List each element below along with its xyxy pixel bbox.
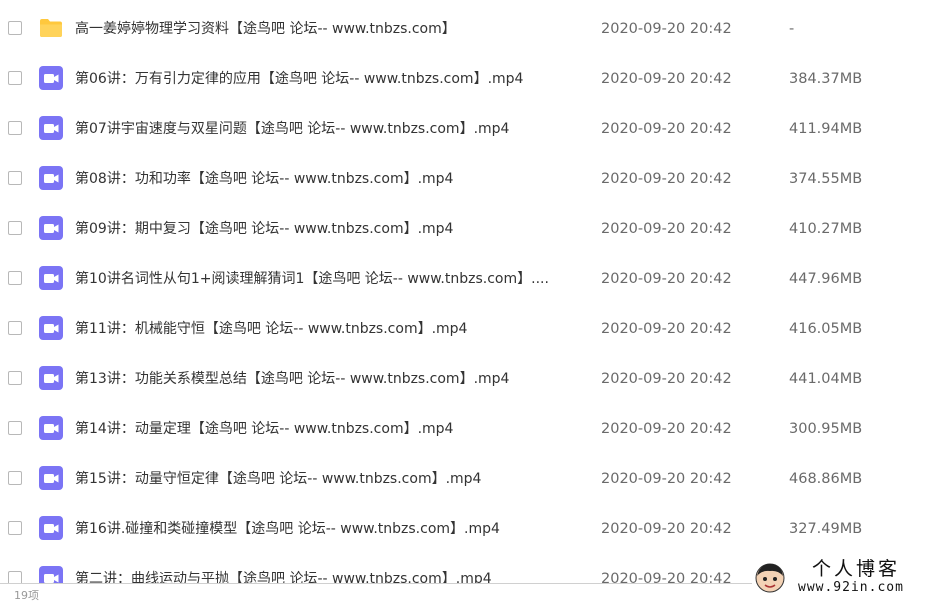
file-row[interactable]: 第06讲：万有引力定律的应用【途鸟吧 论坛-- www.tnbzs.com】.m… [0, 54, 947, 104]
file-row[interactable]: 第16讲.碰撞和类碰撞模型【途鸟吧 论坛-- www.tnbzs.com】.mp… [0, 504, 947, 554]
video-file-icon[interactable] [39, 166, 63, 190]
watermark-title: 个人博客 [812, 558, 901, 580]
file-date: 2020-09-20 20:42 [601, 171, 732, 187]
file-row[interactable]: 第07讲宇宙速度与双星问题【途鸟吧 论坛-- www.tnbzs.com】.mp… [0, 104, 947, 154]
file-date: 2020-09-20 20:42 [601, 271, 732, 287]
file-name[interactable]: 第09讲：期中复习【途鸟吧 论坛-- www.tnbzs.com】.mp4 [75, 219, 585, 239]
file-row[interactable]: 第09讲：期中复习【途鸟吧 论坛-- www.tnbzs.com】.mp4 202… [0, 204, 947, 254]
file-size: 327.49MB [789, 521, 863, 537]
checkbox-icon[interactable] [8, 221, 22, 235]
file-date: 2020-09-20 20:42 [601, 321, 732, 337]
video-file-icon[interactable] [39, 316, 63, 340]
file-size: 374.55MB [789, 171, 863, 187]
file-size: 300.95MB [789, 421, 863, 437]
checkbox-icon[interactable] [8, 171, 22, 185]
item-count: 19项 [14, 589, 39, 602]
checkbox-icon[interactable] [8, 321, 22, 335]
file-name[interactable]: 第11讲：机械能守恒【途鸟吧 论坛-- www.tnbzs.com】.mp4 [75, 319, 585, 339]
checkbox-icon[interactable] [8, 121, 22, 135]
file-row[interactable]: 第15讲：动量守恒定律【途鸟吧 论坛-- www.tnbzs.com】.mp4 2… [0, 454, 947, 504]
checkbox-icon[interactable] [8, 271, 22, 285]
file-size: 410.27MB [789, 221, 863, 237]
video-file-icon[interactable] [39, 516, 63, 540]
file-date: 2020-09-20 20:42 [601, 71, 732, 87]
file-size: 416.05MB [789, 321, 863, 337]
video-file-icon[interactable] [39, 466, 63, 490]
video-file-icon[interactable] [39, 416, 63, 440]
checkbox-icon[interactable] [8, 71, 22, 85]
file-row[interactable]: 高一姜婷婷物理学习资料【途鸟吧 论坛-- www.tnbzs.com】 2020-… [0, 4, 947, 54]
checkbox-icon[interactable] [8, 421, 22, 435]
file-size: 384.37MB [789, 71, 863, 87]
file-name[interactable]: 第16讲.碰撞和类碰撞模型【途鸟吧 论坛-- www.tnbzs.com】.mp… [75, 519, 585, 539]
file-list: 高一姜婷婷物理学习资料【途鸟吧 论坛-- www.tnbzs.com】 2020-… [0, 4, 947, 604]
file-name[interactable]: 第14讲：动量定理【途鸟吧 论坛-- www.tnbzs.com】.mp4 [75, 419, 585, 439]
file-date: 2020-09-20 20:42 [601, 121, 732, 137]
video-file-icon[interactable] [39, 66, 63, 90]
watermark-url: www.92in.com [798, 580, 904, 595]
folder-icon[interactable] [39, 16, 63, 40]
watermark-avatar-icon [754, 562, 786, 594]
file-date: 2020-09-20 20:42 [601, 471, 732, 487]
file-date: 2020-09-20 20:42 [601, 371, 732, 387]
file-date: 2020-09-20 20:42 [601, 421, 732, 437]
checkbox-icon[interactable] [8, 371, 22, 385]
file-size: 441.04MB [789, 371, 863, 387]
file-row[interactable]: 第13讲：功能关系模型总结【途鸟吧 论坛-- www.tnbzs.com】.mp… [0, 354, 947, 404]
video-file-icon[interactable] [39, 366, 63, 390]
file-date: 2020-09-20 20:42 [601, 21, 732, 37]
checkbox-icon[interactable] [8, 471, 22, 485]
file-name[interactable]: 第08讲：功和功率【途鸟吧 论坛-- www.tnbzs.com】.mp4 [75, 169, 585, 189]
file-size: - [789, 21, 795, 37]
checkbox-icon[interactable] [8, 521, 22, 535]
video-file-icon[interactable] [39, 116, 63, 140]
video-file-icon[interactable] [39, 216, 63, 240]
file-row[interactable]: 第10讲名词性从句1+阅读理解猜词1【途鸟吧 论坛-- www.tnbzs.co… [0, 254, 947, 304]
file-row[interactable]: 第11讲：机械能守恒【途鸟吧 论坛-- www.tnbzs.com】.mp4 20… [0, 304, 947, 354]
file-name[interactable]: 高一姜婷婷物理学习资料【途鸟吧 论坛-- www.tnbzs.com】 [75, 19, 585, 39]
video-file-icon[interactable] [39, 266, 63, 290]
file-name[interactable]: 第07讲宇宙速度与双星问题【途鸟吧 论坛-- www.tnbzs.com】.mp… [75, 119, 585, 139]
file-size: 411.94MB [789, 121, 863, 137]
file-name[interactable]: 第15讲：动量守恒定律【途鸟吧 论坛-- www.tnbzs.com】.mp4 [75, 469, 585, 489]
file-date: 2020-09-20 20:42 [601, 221, 732, 237]
file-name[interactable]: 第06讲：万有引力定律的应用【途鸟吧 论坛-- www.tnbzs.com】.m… [75, 69, 585, 89]
file-date: 2020-09-20 20:42 [601, 521, 732, 537]
file-size: 447.96MB [789, 271, 863, 287]
file-name[interactable]: 第13讲：功能关系模型总结【途鸟吧 论坛-- www.tnbzs.com】.mp… [75, 369, 585, 389]
file-size: 468.86MB [789, 471, 863, 487]
checkbox-icon[interactable] [8, 21, 22, 35]
file-row[interactable]: 第08讲：功和功率【途鸟吧 论坛-- www.tnbzs.com】.mp4 202… [0, 154, 947, 204]
status-bar [0, 583, 780, 600]
file-row[interactable]: 第14讲：动量定理【途鸟吧 论坛-- www.tnbzs.com】.mp4 202… [0, 404, 947, 454]
file-name[interactable]: 第10讲名词性从句1+阅读理解猜词1【途鸟吧 论坛-- www.tnbzs.co… [75, 269, 585, 289]
